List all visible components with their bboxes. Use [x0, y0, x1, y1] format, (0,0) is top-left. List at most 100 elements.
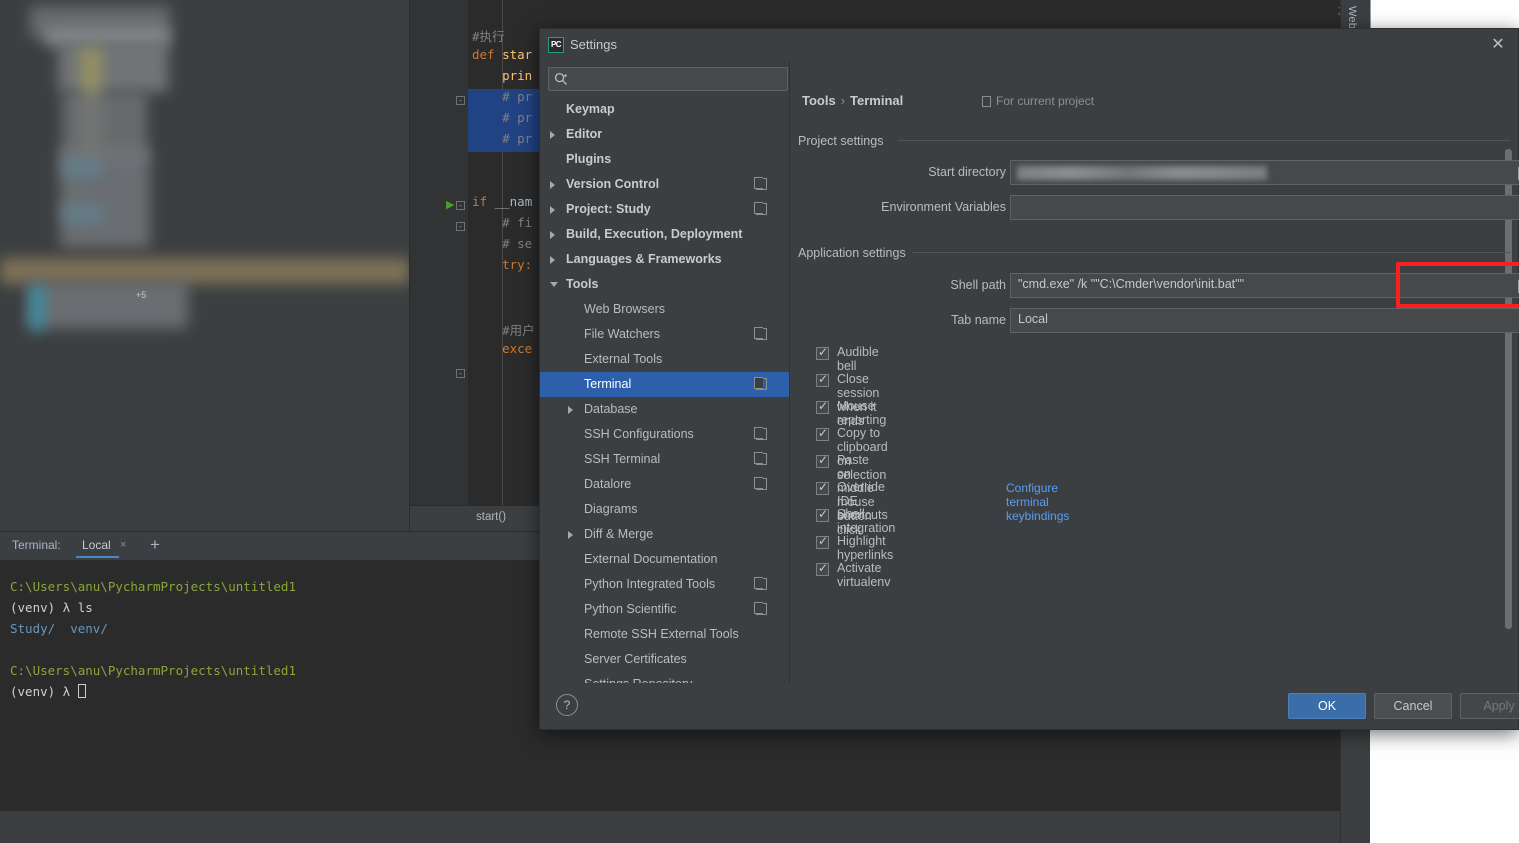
chevron-down-icon[interactable] — [550, 282, 558, 291]
ok-button[interactable]: OK — [1288, 693, 1366, 719]
chevron-right-icon[interactable] — [568, 406, 573, 414]
tree-item-ssh-terminal[interactable]: SSH Terminal — [540, 447, 789, 472]
copy-settings-icon[interactable] — [754, 427, 767, 440]
code-line[interactable]: # fi — [472, 215, 532, 230]
tree-item-server-certificates[interactable]: Server Certificates — [540, 647, 789, 672]
tree-item-external-tools[interactable]: External Tools — [540, 347, 789, 372]
environment-variables-label: Environment Variables — [881, 200, 1006, 214]
fold-icon[interactable]: - — [456, 369, 465, 378]
tree-item-label: Remote SSH External Tools — [584, 627, 739, 641]
tree-item-plugins[interactable]: Plugins — [540, 147, 789, 172]
search-input[interactable] — [575, 70, 781, 88]
group-rule — [912, 252, 1510, 253]
checkbox-checked-icon[interactable] — [816, 507, 829, 522]
chevron-right-icon[interactable] — [550, 181, 555, 189]
tree-item-datalore[interactable]: Datalore — [540, 472, 789, 497]
settings-tree[interactable]: Keymap Editor Plugins Version Control Projec… — [540, 97, 789, 711]
editor-gutter[interactable] — [410, 0, 468, 531]
fold-icon[interactable]: - — [456, 96, 465, 105]
checkbox-checked-icon[interactable] — [816, 399, 829, 414]
tree-item-label: SSH Configurations — [584, 427, 694, 441]
dialog-footer: ? OK Cancel Apply — [540, 683, 1519, 729]
close-icon[interactable]: × — [120, 539, 126, 551]
copy-settings-icon[interactable] — [754, 177, 767, 190]
tree-item-tools[interactable]: Tools — [540, 272, 789, 297]
tree-item-python-scientific[interactable]: Python Scientific — [540, 597, 789, 622]
code-line[interactable]: # pr — [472, 131, 532, 146]
checkbox-checked-icon[interactable] — [816, 561, 829, 576]
tree-item-file-watchers[interactable]: File Watchers — [540, 322, 789, 347]
copy-settings-icon[interactable] — [754, 327, 767, 340]
tree-item-version-control[interactable]: Version Control — [540, 172, 789, 197]
tree-item-label: Diff & Merge — [584, 527, 654, 541]
terminal-tab-local[interactable]: Local — [76, 536, 119, 558]
tree-item-diagrams[interactable]: Diagrams — [540, 497, 789, 522]
tree-item-label: Build, Execution, Deployment — [566, 227, 743, 241]
tree-item-diff-merge[interactable]: Diff & Merge — [540, 522, 789, 547]
chevron-right-icon[interactable] — [568, 531, 573, 539]
checkbox-checked-icon[interactable] — [816, 345, 829, 360]
copy-settings-icon[interactable] — [754, 602, 767, 615]
apply-button[interactable]: Apply — [1460, 693, 1519, 719]
fold-icon[interactable]: - — [456, 201, 465, 210]
tree-item-label: Project: Study — [566, 202, 651, 216]
tree-item-keymap[interactable]: Keymap — [540, 97, 789, 122]
tree-item-ssh-configurations[interactable]: SSH Configurations — [540, 422, 789, 447]
checkbox-checked-icon[interactable] — [816, 453, 829, 468]
code-line[interactable]: def star — [472, 47, 532, 62]
tree-item-label: External Tools — [584, 352, 663, 366]
chevron-right-icon[interactable] — [550, 231, 555, 239]
tree-item-languages-frameworks[interactable]: Languages & Frameworks — [540, 247, 789, 272]
configure-terminal-keybindings-link[interactable]: Configure terminal keybindings — [1006, 481, 1069, 523]
tree-item-build-execution-deployment[interactable]: Build, Execution, Deployment — [540, 222, 789, 247]
checkbox-checked-icon[interactable] — [816, 426, 829, 441]
shell-path-field[interactable]: "cmd.exe" /k ""C:\Cmder\vendor\init.bat"… — [1010, 273, 1519, 298]
code-line[interactable]: # pr — [472, 89, 532, 104]
cancel-button[interactable]: Cancel — [1374, 693, 1452, 719]
copy-settings-icon[interactable] — [754, 477, 767, 490]
code-line[interactable]: # se — [472, 236, 532, 251]
copy-settings-icon[interactable] — [754, 202, 767, 215]
chevron-right-icon[interactable] — [550, 131, 555, 139]
editor-breadcrumb[interactable]: start() — [476, 511, 506, 523]
dialog-titlebar[interactable]: PC Settings ✕ — [540, 29, 1518, 61]
environment-variables-field[interactable] — [1010, 195, 1519, 220]
chevron-right-icon[interactable] — [550, 206, 555, 214]
copy-settings-icon[interactable] — [754, 577, 767, 590]
tree-item-web-browsers[interactable]: Web Browsers — [540, 297, 789, 322]
censored-content-block — [28, 282, 188, 328]
checkbox-checked-icon[interactable] — [816, 534, 829, 549]
fold-icon[interactable]: - — [456, 222, 465, 231]
help-button[interactable]: ? — [556, 694, 578, 716]
tree-item-remote-ssh-external-tools[interactable]: Remote SSH External Tools — [540, 622, 789, 647]
add-terminal-tab-button[interactable]: + — [150, 535, 160, 555]
run-gutter-icon[interactable]: ▶ — [446, 198, 454, 211]
tree-item-label: File Watchers — [584, 327, 660, 341]
tree-item-python-integrated-tools[interactable]: Python Integrated Tools — [540, 572, 789, 597]
code-line[interactable]: prin — [472, 68, 532, 83]
copy-settings-icon[interactable] — [754, 452, 767, 465]
project-tool-window[interactable]: +5 — [0, 0, 410, 531]
checkbox-checked-icon[interactable] — [816, 480, 829, 495]
close-icon[interactable]: ✕ — [1488, 35, 1508, 55]
tree-item-project-study[interactable]: Project: Study — [540, 197, 789, 222]
tree-item-external-documentation[interactable]: External Documentation — [540, 547, 789, 572]
code-line[interactable]: # pr — [472, 110, 532, 125]
start-directory-field[interactable] — [1010, 160, 1519, 185]
tree-item-terminal[interactable]: Terminal — [540, 372, 789, 397]
breadcrumb-parent[interactable]: Tools — [802, 93, 836, 108]
code-line[interactable]: #执行 — [472, 26, 505, 45]
chevron-right-icon[interactable] — [550, 256, 555, 264]
tree-item-database[interactable]: Database — [540, 397, 789, 422]
tab-name-field[interactable]: Local — [1010, 308, 1519, 333]
tree-item-editor[interactable]: Editor — [540, 122, 789, 147]
checkbox-checked-icon[interactable] — [816, 372, 829, 387]
code-line[interactable]: try: — [472, 257, 532, 272]
code-line[interactable]: exce — [472, 341, 532, 356]
copy-settings-icon[interactable] — [754, 377, 767, 390]
settings-dialog[interactable]: PC Settings ✕ Keymap Editor Plugins Version… — [539, 28, 1519, 730]
settings-search-field[interactable] — [548, 67, 788, 91]
settings-content-panel: Tools › Terminal For current project Proje… — [790, 61, 1519, 711]
code-line[interactable]: if __nam — [472, 194, 532, 209]
code-line[interactable]: #用户 — [472, 320, 535, 339]
